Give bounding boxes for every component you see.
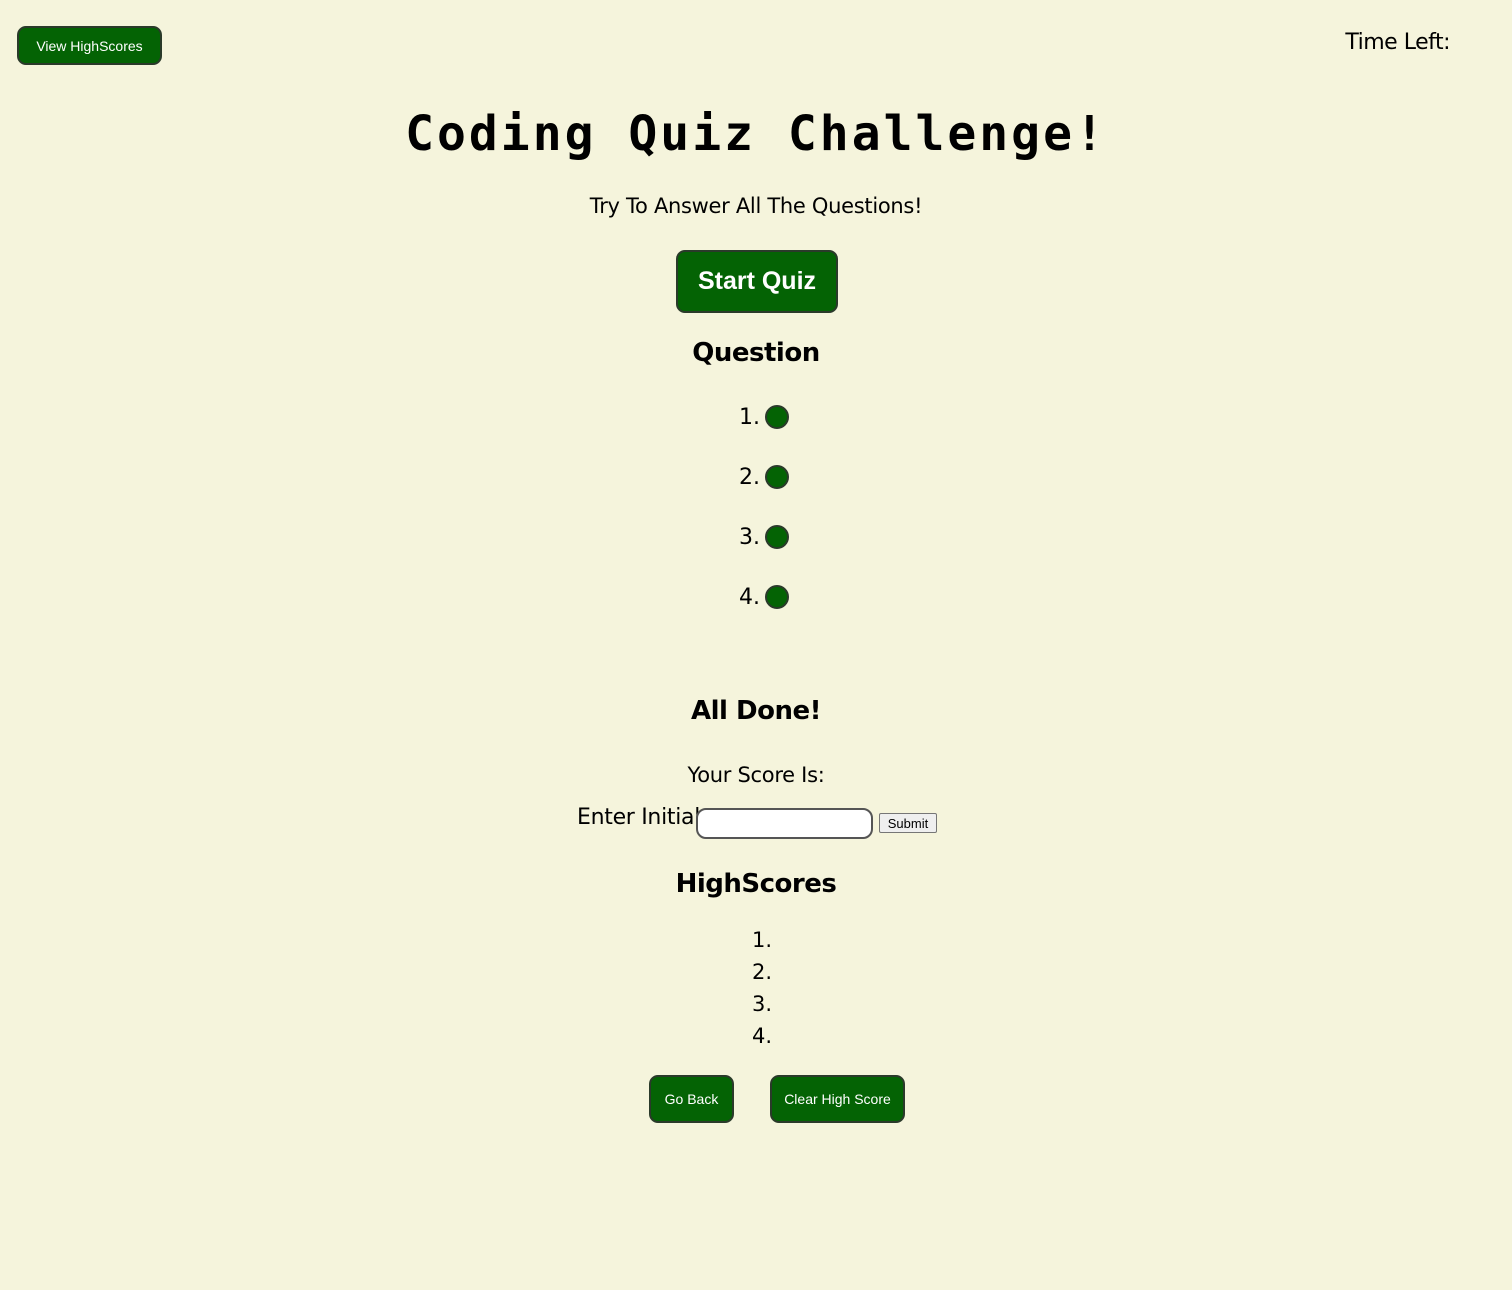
highscore-item: 2.	[751, 960, 772, 984]
answer-number: 3.	[739, 524, 760, 550]
highscores-heading: HighScores	[675, 869, 837, 899]
answer-button-2[interactable]	[765, 465, 789, 489]
page-title: Coding Quiz Challenge!	[405, 106, 1107, 162]
time-left-label: Time Left:	[1345, 30, 1450, 55]
score-label: Your Score Is:	[687, 763, 825, 787]
answer-button-1[interactable]	[765, 405, 789, 429]
answer-button-4[interactable]	[765, 585, 789, 609]
go-back-button[interactable]: Go Back	[649, 1075, 734, 1123]
view-highscores-button[interactable]: View HighScores	[17, 26, 162, 65]
initials-input[interactable]	[696, 808, 873, 839]
start-quiz-button[interactable]: Start Quiz	[676, 250, 838, 313]
highscore-item: 4.	[751, 1024, 772, 1048]
answer-button-3[interactable]	[765, 525, 789, 549]
initials-label: Enter Initials	[577, 805, 712, 830]
highscore-item: 1.	[751, 928, 772, 952]
clear-highscore-button[interactable]: Clear High Score	[770, 1075, 905, 1123]
answer-item: 1.	[0, 404, 1512, 430]
all-done-heading: All Done!	[691, 696, 821, 726]
question-heading: Question	[692, 338, 820, 368]
highscore-item: 3.	[751, 992, 772, 1016]
answer-number: 1.	[739, 404, 760, 430]
answer-number: 4.	[739, 584, 760, 610]
submit-button[interactable]: Submit	[879, 813, 937, 833]
answer-number: 2.	[739, 464, 760, 490]
intro-subtitle: Try To Answer All The Questions!	[589, 194, 923, 218]
answer-item: 4.	[0, 584, 1512, 610]
answer-item: 2.	[0, 464, 1512, 490]
answer-item: 3.	[0, 524, 1512, 550]
